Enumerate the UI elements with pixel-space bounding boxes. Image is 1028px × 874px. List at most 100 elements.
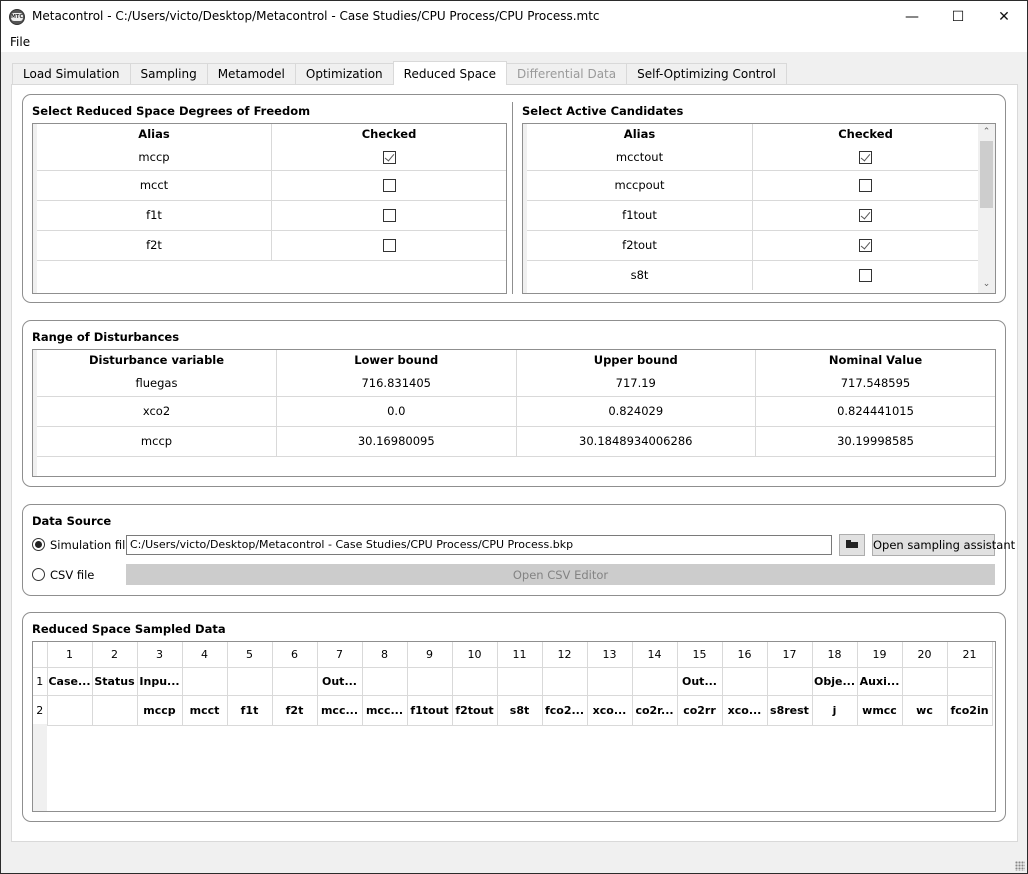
upper-bound-cell[interactable]: 30.1848934006286 [516,425,756,457]
csv-file-label[interactable]: CSV file [50,568,94,582]
dof-checkbox[interactable] [382,150,396,164]
nominal-value-cell[interactable]: 30.19998585 [755,425,995,457]
column-number-header[interactable]: 7 [317,642,363,668]
data-cell[interactable]: j [812,695,858,726]
scrollbar-thumb[interactable] [980,141,993,208]
data-cell[interactable]: Inpu... [137,667,183,696]
column-number-header[interactable]: 6 [272,642,318,668]
column-number-header[interactable]: 17 [767,642,813,668]
column-number-header[interactable]: 14 [632,642,678,668]
scroll-up-icon[interactable]: ⌃ [978,124,995,141]
column-number-header[interactable]: 3 [137,642,183,668]
column-number-header[interactable]: 18 [812,642,858,668]
dof-checked-cell[interactable] [272,144,507,170]
disturbance-name-cell[interactable]: mccp [37,425,277,457]
data-cell[interactable]: s8t [497,695,543,726]
dof-checked-cell[interactable] [271,229,506,261]
candidate-checkbox[interactable] [859,269,872,283]
disturbance-name-cell[interactable]: xco2 [37,395,277,426]
header-upper-bound[interactable]: Upper bound [516,350,756,370]
dof-header-alias[interactable]: Alias [37,124,272,144]
simulation-file-radio[interactable] [32,538,45,551]
column-number-header[interactable]: 2 [92,642,138,668]
candidate-checked-cell[interactable] [752,259,978,290]
dof-checked-cell[interactable] [271,169,506,200]
column-number-header[interactable]: 5 [227,642,273,668]
column-number-header[interactable]: 20 [902,642,948,668]
lower-bound-cell[interactable]: 716.831405 [276,370,517,396]
tab-metamodel[interactable]: Metamodel [206,63,296,85]
data-cell[interactable]: wc [902,695,948,726]
data-cell[interactable]: s8rest [767,695,813,726]
browse-folder-button[interactable] [839,534,865,556]
data-cell[interactable]: co2rr [677,695,723,726]
dof-checkbox[interactable] [382,239,396,252]
dof-header-checked[interactable]: Checked [271,124,506,144]
csv-file-radio[interactable] [32,568,45,581]
row-number-header[interactable]: 2 [33,695,48,726]
column-number-header[interactable]: 15 [677,642,723,668]
candidate-checked-cell[interactable] [752,199,978,230]
candidate-checkbox[interactable] [859,209,872,222]
data-cell[interactable] [767,667,813,696]
dof-alias-cell[interactable]: f2t [37,229,272,261]
column-number-header[interactable]: 10 [452,642,498,668]
data-cell[interactable]: Case... [47,667,93,696]
resize-grip-icon[interactable] [1015,861,1025,871]
data-cell[interactable] [902,667,948,696]
data-cell[interactable]: fco2in [947,695,993,726]
data-cell[interactable]: mcc... [362,695,408,726]
data-cell[interactable]: co2r... [632,695,678,726]
data-cell[interactable] [587,667,633,696]
data-cell[interactable]: fco2... [542,695,588,726]
minimize-button[interactable]: — [889,1,935,32]
data-cell[interactable]: Out... [677,667,723,696]
column-number-header[interactable]: 8 [362,642,408,668]
data-cell[interactable]: f2t [272,695,318,726]
data-cell[interactable] [497,667,543,696]
tab-reduced-space[interactable]: Reduced Space [392,61,508,85]
candidate-checkbox[interactable] [859,239,872,252]
column-number-header[interactable]: 16 [722,642,768,668]
menu-file[interactable]: File [10,35,30,49]
data-cell[interactable]: Out... [317,667,363,696]
data-cell[interactable]: mcc... [317,695,363,726]
candidate-checked-cell[interactable] [753,144,979,170]
data-cell[interactable] [47,695,93,726]
data-cell[interactable] [272,667,318,696]
data-cell[interactable]: Auxi... [857,667,903,696]
tab-sampling[interactable]: Sampling [129,63,208,85]
header-lower-bound[interactable]: Lower bound [276,350,517,370]
column-number-header[interactable]: 1 [47,642,93,668]
maximize-button[interactable]: ☐ [935,1,981,32]
data-cell[interactable]: wmcc [857,695,903,726]
candidates-scrollbar[interactable]: ⌃ ⌄ [978,124,995,293]
tab-self-optimizing-control[interactable]: Self-Optimizing Control [626,63,787,85]
lower-bound-cell[interactable]: 0.0 [276,395,517,426]
data-cell[interactable] [407,667,453,696]
data-cell[interactable] [182,667,228,696]
data-cell[interactable] [362,667,408,696]
data-cell[interactable] [227,667,273,696]
nominal-value-cell[interactable]: 0.824441015 [755,395,995,426]
data-cell[interactable]: xco... [587,695,633,726]
simulation-path-input[interactable]: C:/Users/victo/Desktop/Metacontrol - Cas… [126,535,832,555]
data-cell[interactable]: xco... [722,695,768,726]
candidate-checked-cell[interactable] [752,169,978,200]
open-sampling-assistant-button[interactable]: Open sampling assistant [872,534,1015,556]
grid-corner[interactable] [33,642,48,668]
tab-load-simulation[interactable]: Load Simulation [12,63,131,85]
column-number-header[interactable]: 11 [497,642,543,668]
candidates-header-alias[interactable]: Alias [527,124,753,144]
column-number-header[interactable]: 21 [947,642,993,668]
column-number-header[interactable]: 19 [857,642,903,668]
dof-alias-cell[interactable]: f1t [37,199,272,230]
candidate-alias-cell[interactable]: f1tout [527,199,753,230]
lower-bound-cell[interactable]: 30.16980095 [276,425,517,457]
data-cell[interactable]: f1t [227,695,273,726]
candidate-alias-cell[interactable]: s8t [527,259,753,290]
column-number-header[interactable]: 9 [407,642,453,668]
candidate-alias-cell[interactable]: f2tout [527,229,753,260]
candidate-checked-cell[interactable] [752,229,978,260]
column-number-header[interactable]: 4 [182,642,228,668]
